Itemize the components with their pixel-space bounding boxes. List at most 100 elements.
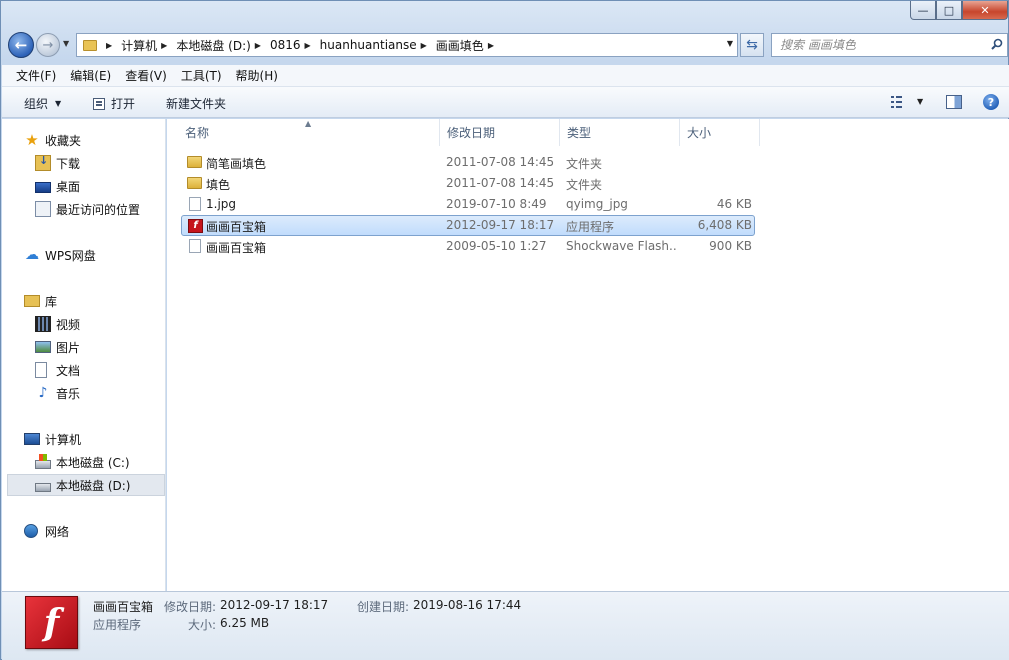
details-size-value: 6.25 MB: [220, 616, 270, 630]
file-name: 画画百宝箱: [206, 220, 267, 234]
file-date: 2009-05-10 1:27: [446, 239, 547, 253]
breadcrumb-item[interactable]: 计算机 ▶: [121, 37, 176, 54]
close-button[interactable]: ✕: [962, 1, 1008, 20]
file-name: 1.jpg: [206, 197, 237, 211]
menu-file[interactable]: 文件(F): [2, 67, 62, 84]
sidebar-item-music[interactable]: ♪ 音乐: [35, 383, 80, 403]
column-label: 名称: [185, 126, 210, 140]
menu-tools[interactable]: 工具(T): [167, 67, 228, 84]
navigation-row: ← → ▼ ▶ 计算机 ▶ 本地磁盘 (D:) ▶ 0816 ▶ huanhuanti…: [1, 29, 1008, 61]
sidebar-item-recent[interactable]: 最近访问的位置: [35, 199, 140, 219]
recent-pages-dropdown[interactable]: ▼: [63, 39, 69, 48]
explorer-window: — □ ✕ ← → ▼ ▶ 计算机 ▶ 本地磁盘 (D:) ▶ 0816 ▶ huan…: [0, 0, 1009, 660]
chevron-right-icon[interactable]: ▶: [255, 41, 261, 50]
refresh-button[interactable]: ⇆: [740, 33, 764, 57]
file-row[interactable]: 填色 2011-07-08 14:45 文件夹: [181, 173, 755, 194]
file-size: 900 KB: [709, 239, 752, 253]
sidebar-item-network[interactable]: 网络: [24, 521, 69, 541]
chevron-down-icon: ▼: [55, 99, 62, 108]
sidebar-label: 桌面: [56, 179, 81, 194]
video-icon: [35, 316, 51, 332]
details-file-name: 画画百宝箱: [93, 600, 154, 614]
column-header-type[interactable]: 类型: [560, 119, 680, 146]
details-created-label: 创建日期:: [357, 600, 410, 614]
breadcrumb-item[interactable]: 画画填色 ▶: [436, 37, 503, 54]
column-label: 大小: [687, 126, 712, 140]
file-row-selected[interactable]: f 画画百宝箱 2012-09-17 18:17 应用程序 6,408 KB: [181, 215, 755, 236]
library-icon: [24, 295, 40, 307]
sidebar-label: 下载: [56, 156, 81, 171]
breadcrumb-root[interactable]: ▶: [102, 41, 121, 50]
organize-button[interactable]: 组织 ▼: [24, 95, 61, 112]
sidebar-item-wps[interactable]: ☁ WPS网盘: [24, 245, 96, 265]
sidebar-item-drive-d[interactable]: 本地磁盘 (D:): [7, 474, 165, 496]
open-button[interactable]: 打开: [93, 95, 135, 112]
sidebar-item-computer[interactable]: 计算机: [24, 429, 81, 449]
column-header-date[interactable]: 修改日期: [440, 119, 560, 146]
column-label: 修改日期: [447, 126, 496, 140]
file-row[interactable]: 1.jpg 2019-07-10 8:49 qyimg_jpg 46 KB: [181, 194, 755, 215]
new-folder-button[interactable]: 新建文件夹: [166, 95, 226, 112]
details-modified-value: 2012-09-17 18:17: [220, 598, 329, 612]
sidebar-item-drive-c[interactable]: 本地磁盘 (C:): [35, 452, 130, 472]
back-button[interactable]: ←: [8, 32, 34, 58]
sidebar-label: 音乐: [56, 386, 81, 401]
sidebar-label: 本地磁盘 (D:): [56, 478, 131, 493]
menu-edit[interactable]: 编辑(E): [56, 67, 117, 84]
minimize-button[interactable]: —: [910, 1, 936, 20]
search-input[interactable]: [772, 34, 972, 56]
document-icon: [35, 362, 47, 378]
file-name: 画画百宝箱: [206, 241, 267, 255]
sidebar-item-libraries[interactable]: 库: [24, 291, 57, 311]
file-date: 2011-07-08 14:45: [446, 176, 555, 190]
file-type: 应用程序: [566, 220, 615, 234]
sidebar-item-desktop[interactable]: 桌面: [35, 176, 80, 196]
file-icon: [189, 239, 201, 253]
breadcrumb-item[interactable]: 本地磁盘 (D:) ▶: [176, 37, 270, 54]
sidebar-item-documents[interactable]: 文档: [35, 360, 80, 380]
file-type: 文件夹: [566, 157, 603, 171]
sidebar-item-videos[interactable]: 视频: [35, 314, 80, 334]
view-options-icon[interactable]: [891, 96, 907, 108]
open-icon: [93, 97, 105, 110]
music-icon: ♪: [38, 385, 48, 401]
chevron-right-icon[interactable]: ▶: [161, 41, 167, 50]
chevron-right-icon[interactable]: ▶: [106, 41, 112, 50]
network-icon: [24, 524, 38, 538]
sidebar-label: WPS网盘: [45, 248, 96, 263]
search-icon[interactable]: [991, 38, 1003, 50]
file-type: 文件夹: [566, 178, 603, 192]
view-dropdown-icon[interactable]: ▼: [917, 97, 923, 106]
sort-ascending-icon: ▲: [305, 119, 312, 128]
file-row[interactable]: 画画百宝箱 2009-05-10 1:27 Shockwave Flash...…: [181, 236, 755, 257]
sidebar-label: 图片: [56, 340, 81, 355]
sidebar-label: 库: [45, 294, 58, 309]
breadcrumb-item[interactable]: 0816 ▶: [270, 38, 320, 52]
sidebar-label: 最近访问的位置: [56, 202, 141, 217]
recent-places-icon: [35, 201, 51, 217]
forward-button[interactable]: →: [36, 33, 60, 57]
sidebar-item-downloads[interactable]: 下载: [35, 153, 80, 173]
preview-pane-icon[interactable]: [946, 95, 962, 109]
sidebar-item-pictures[interactable]: 图片: [35, 337, 80, 357]
desktop-icon: [35, 181, 51, 193]
file-type: qyimg_jpg: [566, 197, 628, 211]
sidebar-item-favorites[interactable]: ★ 收藏夹: [24, 130, 81, 150]
maximize-button[interactable]: □: [936, 1, 962, 20]
file-type: Shockwave Flash...: [566, 239, 676, 253]
chevron-right-icon[interactable]: ▶: [488, 41, 494, 50]
chevron-right-icon[interactable]: ▶: [421, 41, 427, 50]
back-arrow-icon: ←: [14, 36, 28, 54]
file-row[interactable]: 简笔画填色 2011-07-08 14:45 文件夹: [181, 152, 755, 173]
menu-help[interactable]: 帮助(H): [222, 67, 284, 84]
address-dropdown-icon[interactable]: ▼: [727, 39, 733, 48]
column-header-size[interactable]: 大小: [680, 119, 760, 146]
address-bar[interactable]: ▶ 计算机 ▶ 本地磁盘 (D:) ▶ 0816 ▶ huanhuantianse ▶ …: [76, 33, 738, 57]
flash-app-icon: f: [188, 219, 203, 233]
folder-icon: [83, 39, 97, 51]
menu-view[interactable]: 查看(V): [111, 67, 173, 84]
chevron-right-icon[interactable]: ▶: [305, 41, 311, 50]
breadcrumb-item[interactable]: huanhuantianse ▶: [320, 38, 436, 52]
folder-icon: [187, 177, 202, 189]
help-icon[interactable]: ?: [983, 94, 999, 110]
